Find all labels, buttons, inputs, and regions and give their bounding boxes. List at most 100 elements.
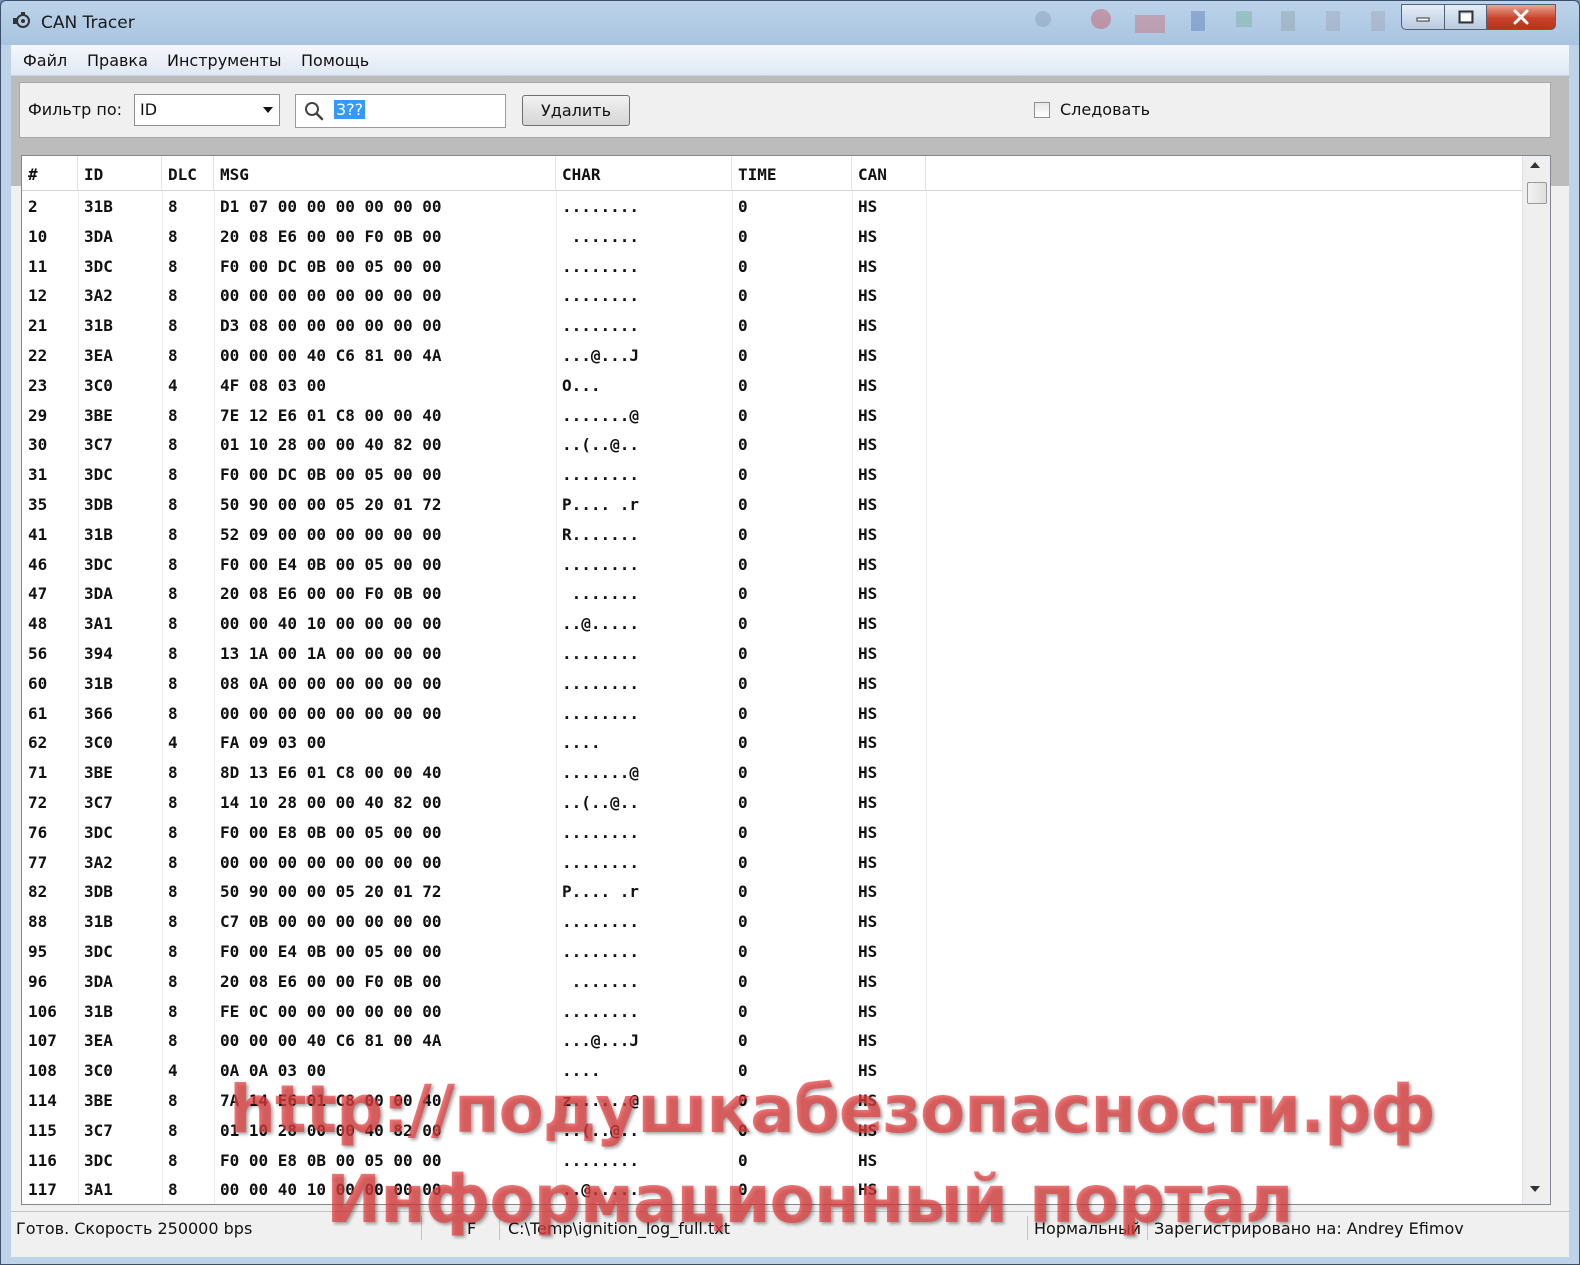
header-col-dlc[interactable]: DLC [162, 156, 214, 190]
table-row[interactable]: 2 31B 8 D1 07 00 00 00 00 00 00........ 0 HS [22, 192, 1522, 222]
cell-number: 71 [28, 763, 48, 783]
header-col-number[interactable]: # [22, 156, 78, 190]
table-row[interactable]: 21 31B 8 D3 08 00 00 00 00 00 00........ 0 HS [22, 311, 1522, 341]
header-col-char[interactable]: CHAR [556, 156, 732, 190]
cell-time: 0 [738, 465, 748, 485]
table-row[interactable]: 46 3DC 8 F0 00 E4 0B 00 05 00 00........ 0 HS [22, 550, 1522, 580]
table-row[interactable]: 77 3A2 8 00 00 00 00 00 00 00 00........ 0 HS [22, 848, 1522, 878]
cell-can: HS [858, 435, 878, 455]
cell-can: HS [858, 1001, 878, 1021]
cell-number: 114 [28, 1091, 57, 1110]
cell-msg: 00 00 00 00 00 00 00 00 [220, 703, 442, 723]
follow-checkbox[interactable] [1034, 102, 1050, 118]
cell-char: ........ [562, 644, 640, 663]
table-row[interactable]: 88 31B 8 C7 0B 00 00 00 00 00 00........ 0 HS [22, 907, 1522, 937]
cell-msg: 08 0A 00 00 00 00 00 00 [220, 673, 442, 693]
table-row[interactable]: 48 3A1 8 00 00 40 10 00 00 00 00 ..@..... 0 HS [22, 609, 1522, 639]
dropdown-arrow-icon [263, 107, 273, 113]
cell-number: 12 [28, 286, 48, 306]
cell-msg: F0 00 DC 0B 00 05 00 00 [220, 256, 442, 276]
table-row[interactable]: 12 3A2 8 00 00 00 00 00 00 00 00........ 0 HS [22, 281, 1522, 311]
maximize-icon [1458, 10, 1473, 24]
cell-can: HS [858, 852, 878, 872]
cell-can: HS [858, 703, 878, 723]
filter-search-input[interactable]: 3?? [295, 94, 506, 128]
cell-can: HS [858, 644, 878, 663]
menu-help[interactable]: Помощь [301, 51, 369, 70]
scroll-up-icon[interactable] [1530, 162, 1540, 168]
cell-char: ..(..@.. [562, 435, 640, 455]
filter-field-select[interactable]: ID [134, 94, 280, 126]
table-row[interactable]: 23 3C0 4 4F 08 03 00 O... 0 HS [22, 371, 1522, 401]
cell-id: 31B [84, 673, 113, 693]
table-row[interactable]: 41 31B 8 52 09 00 00 00 00 00 00 R....... 0 HS [22, 520, 1522, 550]
messages-table[interactable]: # ID DLC MSG CHAR TIME CAN 2 31B 8 D1 07 00 00 00… [21, 155, 1551, 1205]
cell-time: 0 [738, 435, 748, 455]
table-row[interactable]: 11 3DC 8 F0 00 DC 0B 00 05 00 00........ 0 HS [22, 252, 1522, 282]
cell-can: HS [858, 495, 878, 514]
header-col-time[interactable]: TIME [732, 156, 852, 190]
cell-time: 0 [738, 405, 748, 425]
title-bar[interactable]: CAN Tracer [1, 1, 1579, 45]
cell-char: .......@ [562, 405, 640, 425]
cell-msg: 20 08 E6 00 00 F0 0B 00 [220, 971, 442, 991]
cell-msg: C7 0B 00 00 00 00 00 00 [220, 912, 442, 932]
cell-id: 3A2 [84, 286, 113, 306]
cell-can: HS [858, 286, 878, 306]
cell-msg: 13 1A 00 1A 00 00 00 00 [220, 644, 442, 663]
table-row[interactable]: 47 3DA 8 20 08 E6 00 00 F0 0B 00 ....... 0 HS [22, 579, 1522, 609]
scroll-thumb[interactable] [1527, 182, 1547, 204]
table-header: # ID DLC MSG CHAR TIME CAN [22, 156, 1522, 191]
table-row[interactable]: 95 3DC 8 F0 00 E4 0B 00 05 00 00........ 0 HS [22, 937, 1522, 967]
menu-edit[interactable]: Правка [87, 51, 148, 70]
menu-file[interactable]: Файл [23, 51, 67, 70]
table-row[interactable]: 107 3EA 8 00 00 00 40 C6 81 00 4A ...@...J 0 H… [22, 1026, 1522, 1056]
table-row[interactable]: 62 3C0 4 FA 09 03 00.... 0 HS [22, 728, 1522, 758]
search-value: 3?? [334, 100, 366, 119]
cell-number: 60 [28, 673, 48, 693]
vertical-scrollbar[interactable] [1522, 156, 1550, 1204]
scroll-down-icon[interactable] [1530, 1186, 1540, 1192]
table-row[interactable]: 96 3DA 8 20 08 E6 00 00 F0 0B 00 ....... 0 HS [22, 967, 1522, 997]
cell-number: 77 [28, 852, 48, 872]
table-row[interactable]: 56 394 8 13 1A 00 1A 00 00 00 00........ 0 HS [22, 639, 1522, 669]
cell-can: HS [858, 524, 878, 544]
table-row[interactable]: 82 3DB 8 50 90 00 00 05 20 01 72 P.... .r 0 HS [22, 877, 1522, 907]
table-row[interactable]: 71 3BE 8 8D 13 E6 01 C8 00 00 40 .......@ 0 HS [22, 758, 1522, 788]
table-row[interactable]: 29 3BE 8 7E 12 E6 01 C8 00 00 40 .......@ 0 HS [22, 401, 1522, 431]
table-row[interactable]: 35 3DB 8 50 90 00 00 05 20 01 72 P.... .r 0 HS [22, 490, 1522, 520]
delete-button[interactable]: Удалить [522, 95, 630, 126]
minimize-button[interactable] [1401, 4, 1445, 30]
cell-char: ........ [562, 256, 640, 276]
cell-char: ..(..@.. [562, 793, 640, 812]
cell-msg: 00 00 40 10 00 00 00 00 [220, 614, 442, 634]
cell-id: 3DA [84, 971, 113, 991]
table-row[interactable]: 30 3C7 8 01 10 28 00 00 40 82 00 ..(..@.. 0 HS [22, 430, 1522, 460]
cell-number: 117 [28, 1180, 57, 1200]
menu-tools[interactable]: Инструменты [167, 51, 282, 70]
cell-dlc: 4 [168, 733, 178, 753]
close-button[interactable] [1486, 4, 1556, 30]
cell-dlc: 8 [168, 942, 178, 961]
follow-label: Следовать [1060, 100, 1151, 119]
table-row[interactable]: 10 3DA 8 20 08 E6 00 00 F0 0B 00 ....... 0 HS [22, 222, 1522, 252]
cell-id: 3DB [84, 882, 113, 902]
table-row[interactable]: 60 31B 8 08 0A 00 00 00 00 00 00........ 0 HS [22, 669, 1522, 699]
header-col-id[interactable]: ID [78, 156, 162, 190]
cell-char: ..@..... [562, 614, 640, 634]
cell-can: HS [858, 375, 878, 395]
cell-dlc: 8 [168, 495, 178, 514]
table-row[interactable]: 76 3DC 8 F0 00 E8 0B 00 05 00 00........ 0 HS [22, 818, 1522, 848]
header-col-msg[interactable]: MSG [214, 156, 556, 190]
cell-number: 23 [28, 375, 48, 395]
table-row[interactable]: 31 3DC 8 F0 00 DC 0B 00 05 00 00........ 0 HS [22, 460, 1522, 490]
cell-number: 116 [28, 1150, 57, 1170]
cell-char: ........ [562, 197, 640, 216]
header-col-can[interactable]: CAN [852, 156, 926, 190]
table-row[interactable]: 61 366 8 00 00 00 00 00 00 00 00........ 0 HS [22, 699, 1522, 729]
table-row[interactable]: 22 3EA 8 00 00 00 40 C6 81 00 4A ...@...J 0 HS [22, 341, 1522, 371]
cell-id: 31B [84, 197, 113, 216]
table-row[interactable]: 106 31B 8 FE 0C 00 00 00 00 00 00........ 0 H… [22, 997, 1522, 1027]
table-row[interactable]: 72 3C7 8 14 10 28 00 00 40 82 00 ..(..@.. 0 HS [22, 788, 1522, 818]
maximize-button[interactable] [1444, 4, 1487, 30]
